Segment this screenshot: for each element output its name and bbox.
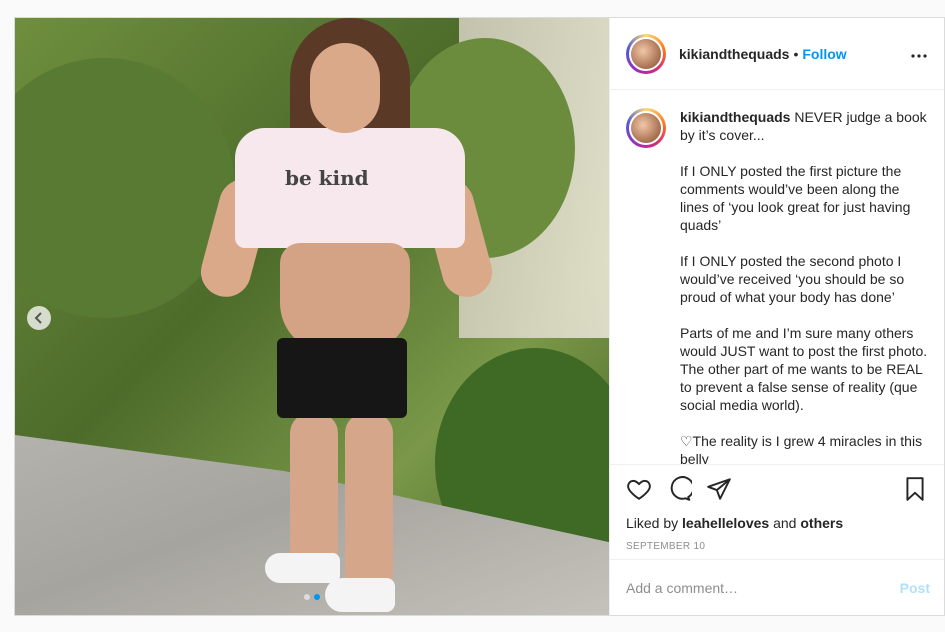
- avatar[interactable]: [626, 33, 666, 74]
- chevron-left-icon: [34, 312, 42, 324]
- bookmark-icon[interactable]: [902, 476, 928, 502]
- shirt-text: be kind: [285, 166, 369, 190]
- comment-icon[interactable]: [666, 476, 692, 502]
- carousel-indicator: [15, 594, 609, 600]
- post-comment-button[interactable]: Post: [900, 580, 930, 596]
- post-date[interactable]: SEPTEMBER 10: [626, 541, 928, 552]
- share-icon[interactable]: [706, 476, 732, 502]
- more-options-button[interactable]: [910, 43, 928, 64]
- actions-section: Liked by leahelleloves and others SEPTEM…: [610, 464, 944, 559]
- action-bar: [626, 475, 928, 503]
- post-card: be kind kikiandthequads • Follow kikiand…: [14, 17, 945, 616]
- carousel-dot: [304, 594, 310, 600]
- comments-area[interactable]: kikiandthequads NEVER judge a book by it…: [610, 90, 944, 464]
- liked-by-others[interactable]: others: [800, 515, 843, 531]
- header-separator: •: [793, 45, 799, 62]
- post-header: kikiandthequads • Follow: [610, 18, 944, 90]
- heart-icon[interactable]: [626, 476, 652, 502]
- carousel-dot-active: [314, 594, 320, 600]
- likes-summary: Liked by leahelleloves and others: [626, 515, 928, 531]
- previous-slide-button[interactable]: [27, 306, 51, 330]
- header-username[interactable]: kikiandthequads: [679, 46, 789, 62]
- liked-by-and: and: [769, 515, 801, 531]
- caption-body: NEVER judge a book by it’s cover... If I…: [680, 109, 928, 464]
- caption-username[interactable]: kikiandthequads: [680, 109, 790, 125]
- post-photo[interactable]: be kind: [15, 18, 609, 615]
- liked-by-prefix: Liked by: [626, 515, 683, 531]
- caption: kikiandthequads NEVER judge a book by it…: [626, 108, 928, 464]
- person-figure: be kind: [195, 18, 498, 615]
- liked-by-user[interactable]: leahelleloves: [682, 515, 769, 531]
- follow-button[interactable]: Follow: [802, 46, 846, 62]
- add-comment-bar: Post: [610, 559, 944, 615]
- comment-input[interactable]: [626, 579, 900, 596]
- more-horizontal-icon: [911, 54, 927, 58]
- caption-text: kikiandthequads NEVER judge a book by it…: [680, 108, 928, 464]
- post-sidebar: kikiandthequads • Follow kikiandthequads…: [609, 18, 944, 615]
- caption-avatar[interactable]: [626, 108, 666, 148]
